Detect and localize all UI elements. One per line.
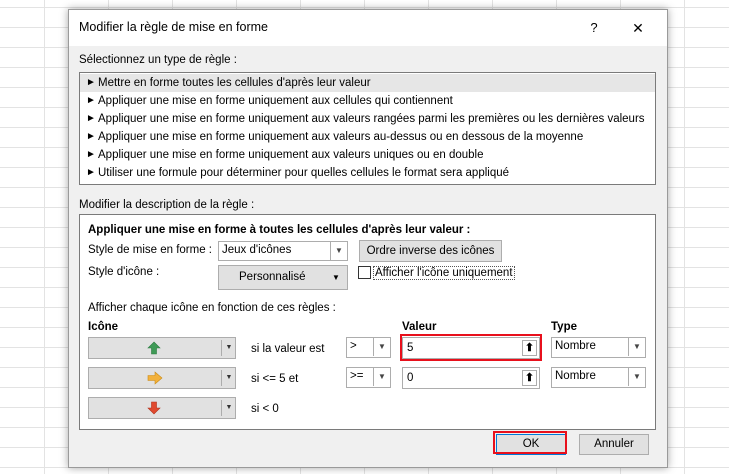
arrow-bullet-icon: ► [86, 131, 96, 142]
icon-style-label: Style d'icône : [88, 266, 160, 278]
operator-select[interactable]: >= ▼ [346, 367, 391, 388]
format-style-value: Jeux d'icônes [222, 244, 292, 256]
rule-type-label: Sélectionnez un type de règle : [79, 54, 237, 66]
operator-value: >= [350, 370, 364, 382]
rule-type-item-label: Appliquer une mise en forme uniquement a… [98, 113, 645, 125]
value-text: 0 [407, 372, 414, 384]
rules-caption: Afficher chaque icône en fonction de ces… [88, 302, 336, 314]
arrow-bullet-icon: ► [86, 77, 96, 88]
range-picker-icon[interactable]: ⬆ [522, 370, 537, 386]
close-icon[interactable]: ✕ [624, 17, 652, 39]
chevron-down-icon: ▼ [628, 338, 645, 356]
type-column-header: Type [551, 321, 577, 333]
rule-type-item[interactable]: ► Mettre en forme toutes les cellules d'… [80, 74, 655, 92]
icon-column-header: Icône [88, 321, 119, 333]
cancel-button[interactable]: Annuler [579, 434, 649, 455]
rule-type-item-label: Appliquer une mise en forme uniquement a… [98, 149, 484, 161]
arrow-bullet-icon: ► [86, 167, 96, 178]
value-column-header: Valeur [402, 321, 437, 333]
operator-select[interactable]: > ▼ [346, 337, 391, 358]
icon-select[interactable]: ▼ [88, 367, 236, 389]
green-up-arrow-icon [147, 341, 161, 355]
rule-type-item-label: Appliquer une mise en forme uniquement a… [98, 95, 453, 107]
format-style-label: Style de mise en forme : [88, 244, 212, 256]
chevron-down-icon: ▼ [373, 368, 390, 386]
ok-highlight [493, 431, 567, 454]
rule-type-item[interactable]: ► Appliquer une mise en forme uniquement… [80, 110, 655, 128]
help-icon[interactable]: ? [581, 17, 607, 39]
icon-style-value: Personnalisé [239, 271, 306, 283]
rule-type-item[interactable]: ► Appliquer une mise en forme uniquement… [80, 128, 655, 146]
show-icon-only-checkbox[interactable] [358, 266, 371, 279]
arrow-bullet-icon: ► [86, 95, 96, 106]
chevron-down-icon: ▼ [332, 273, 340, 282]
reverse-icon-order-button[interactable]: Ordre inverse des icônes [359, 240, 502, 262]
icon-select-separator [221, 340, 222, 356]
icon-style-select[interactable]: Personnalisé ▼ [218, 265, 348, 290]
icon-select[interactable]: ▼ [88, 397, 236, 419]
icon-select-separator [221, 400, 222, 416]
chevron-down-icon: ▼ [330, 242, 347, 260]
type-value: Nombre [555, 370, 596, 382]
operator-value: > [350, 340, 357, 352]
dialog-title: Modifier la règle de mise en forme [79, 20, 268, 34]
arrow-bullet-icon: ► [86, 113, 96, 124]
row-condition: si la valeur est [251, 343, 325, 355]
rule-type-item[interactable]: ► Appliquer une mise en forme uniquement… [80, 92, 655, 110]
rule-type-item[interactable]: ► Utiliser une formule pour déterminer p… [80, 164, 655, 182]
rule-description-panel: Appliquer une mise en forme à toutes les… [79, 214, 656, 430]
icon-select[interactable]: ▼ [88, 337, 236, 359]
show-icon-only-label: Afficher l'icône uniquement [373, 266, 515, 280]
type-value: Nombre [555, 340, 596, 352]
icon-select-separator [221, 370, 222, 386]
format-style-select[interactable]: Jeux d'icônes ▼ [218, 241, 348, 261]
rule-type-item[interactable]: ► Appliquer une mise en forme uniquement… [80, 146, 655, 164]
value-highlight [400, 334, 542, 361]
format-rule-dialog: Modifier la règle de mise en forme ? ✕ S… [68, 9, 668, 468]
chevron-down-icon: ▼ [628, 368, 645, 386]
description-label: Modifier la description de la règle : [79, 199, 255, 211]
chevron-down-icon: ▼ [225, 344, 233, 351]
chevron-down-icon: ▼ [225, 404, 233, 411]
chevron-down-icon: ▼ [373, 338, 390, 356]
type-select[interactable]: Nombre ▼ [551, 367, 646, 388]
arrow-bullet-icon: ► [86, 149, 96, 160]
rule-type-item-label: Appliquer une mise en forme uniquement a… [98, 131, 584, 143]
row-condition: si <= 5 et [251, 373, 299, 385]
rule-type-item-label: Mettre en forme toutes les cellules d'ap… [98, 77, 371, 89]
value-input[interactable]: 0 ⬆ [402, 367, 540, 389]
description-heading: Appliquer une mise en forme à toutes les… [88, 224, 471, 236]
row-condition: si < 0 [251, 403, 279, 415]
type-select[interactable]: Nombre ▼ [551, 337, 646, 358]
rule-type-list: ► Mettre en forme toutes les cellules d'… [79, 72, 656, 185]
chevron-down-icon: ▼ [225, 374, 233, 381]
dialog-titlebar: Modifier la règle de mise en forme ? ✕ [69, 10, 667, 46]
yellow-right-arrow-icon [147, 371, 163, 385]
red-down-arrow-icon [147, 401, 161, 415]
rule-type-item-label: Utiliser une formule pour déterminer pou… [98, 167, 510, 179]
